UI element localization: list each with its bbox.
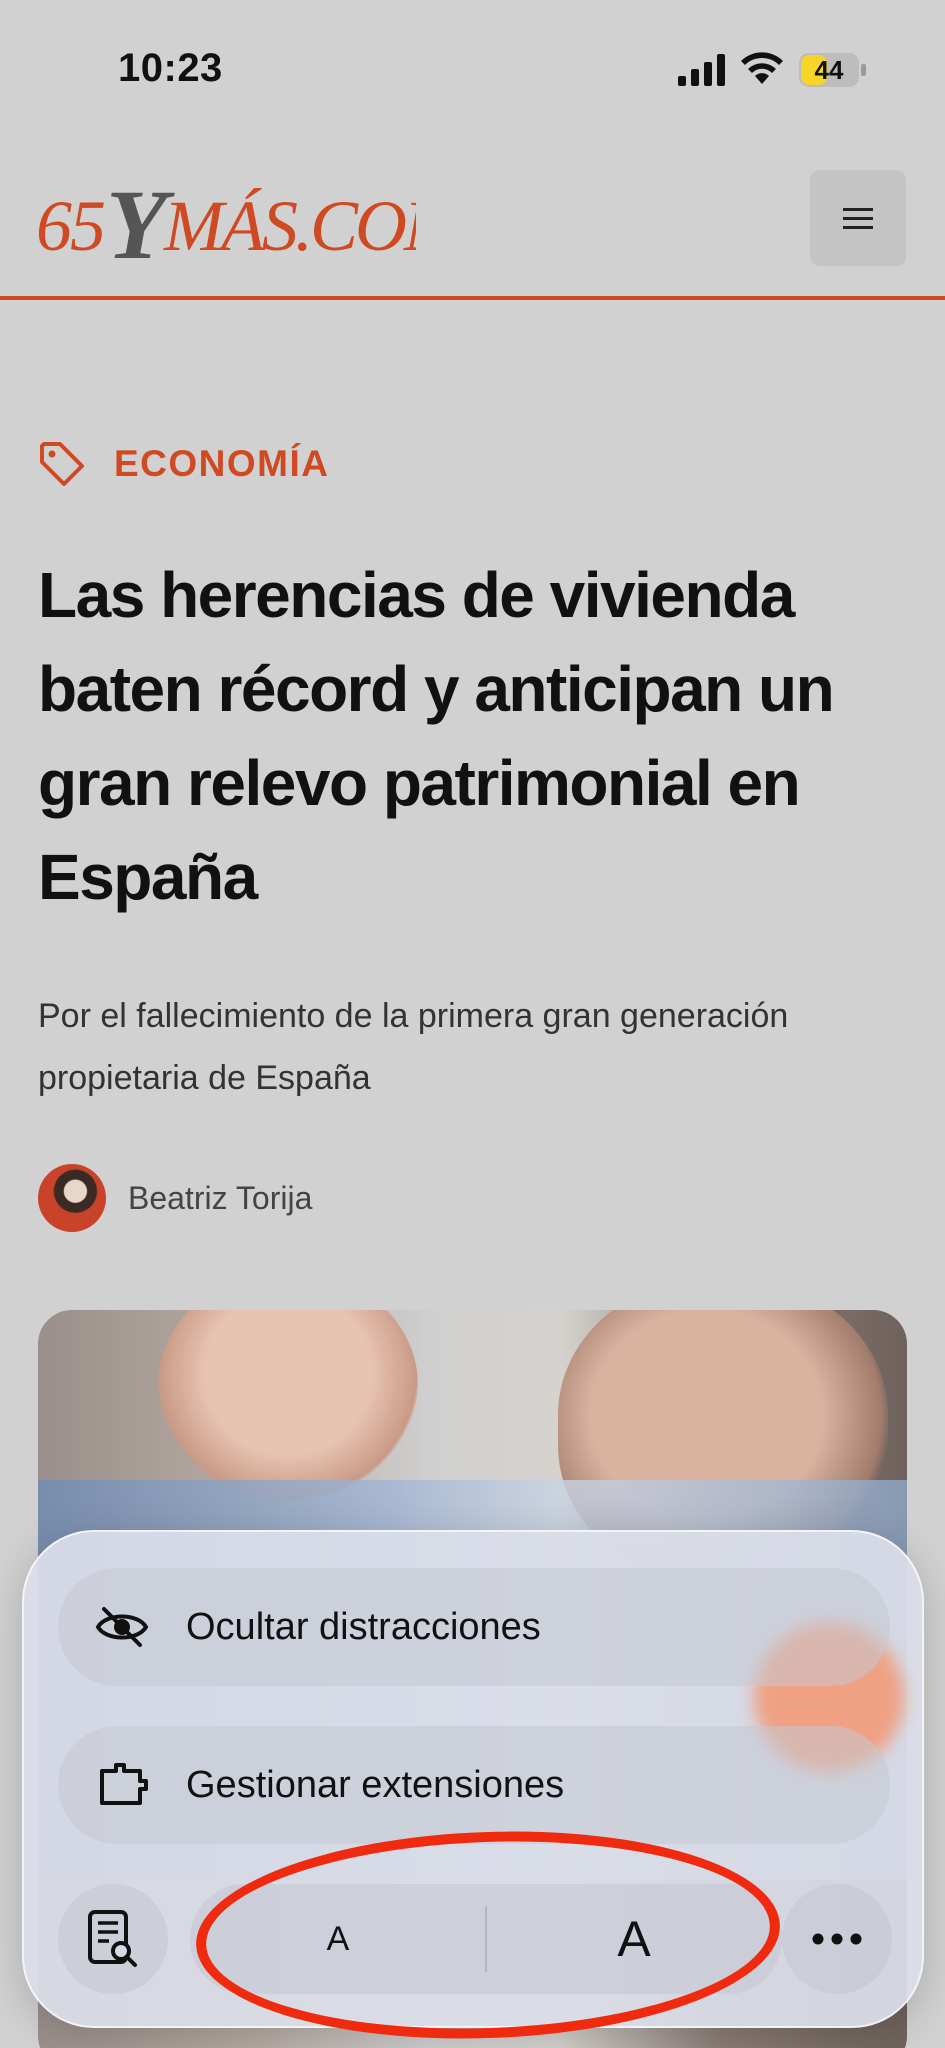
ellipsis-icon [812,1933,862,1945]
site-logo[interactable]: 65 Y MÁS.COM [36,170,416,270]
decrease-font-button[interactable]: A [190,1884,486,1994]
manage-extensions-button[interactable]: Gestionar extensiones [58,1726,890,1844]
status-time: 10:23 [118,46,223,90]
article-headline: Las herencias de vivienda baten récord y… [38,559,835,913]
increase-font-label: A [617,1911,651,1967]
svg-text:65: 65 [36,186,104,266]
hide-distractions-label: Ocultar distracciones [186,1605,541,1648]
eye-slash-icon [95,1607,149,1647]
increase-font-button[interactable]: A [486,1884,782,1994]
svg-text:MÁS.COM: MÁS.COM [163,186,416,266]
wifi-icon [741,52,783,84]
reader-icon [88,1910,137,1967]
manage-extensions-label: Gestionar extensiones [186,1763,565,1806]
article-subtitle: Por el fallecimiento de la primera gran … [38,997,789,1097]
signal-icon [678,54,725,86]
reader-mode-button[interactable] [58,1884,168,1994]
decrease-font-label: A [326,1919,350,1958]
author-byline[interactable]: Beatriz Torija [38,1164,312,1232]
site-header: 65 Y MÁS.COM [0,150,945,300]
puzzle-icon [100,1763,148,1805]
status-bar: 10:23 44 [0,0,945,110]
menu-button[interactable] [810,170,906,266]
avatar [38,1164,106,1232]
font-size-control: A A [190,1884,782,1994]
author-name: Beatriz Torija [128,1179,313,1216]
category-link[interactable]: ECONOMÍA [38,436,330,492]
tag-icon [40,442,84,486]
hamburger-icon [843,208,873,229]
battery-level: 44 [814,55,844,85]
more-options-button[interactable] [782,1884,892,1994]
hero-person-left [158,1310,418,1500]
category-label: ECONOMÍA [114,443,330,484]
hide-distractions-button[interactable]: Ocultar distracciones [58,1568,890,1686]
page-menu-sheet: Ocultar distracciones Gestionar extensio… [22,1530,924,2028]
